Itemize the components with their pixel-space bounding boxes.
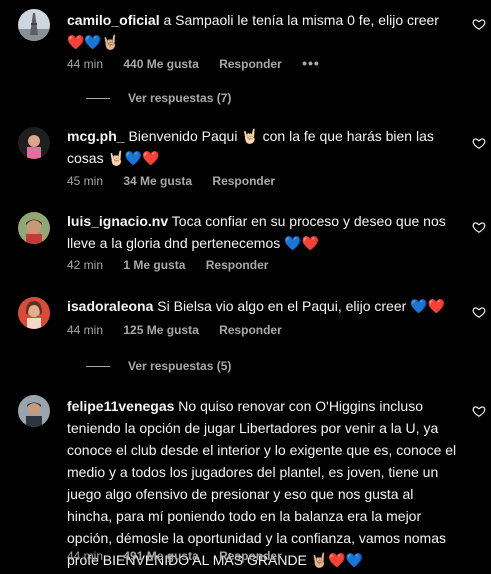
comment-likes[interactable]: 1 Me gusta [123,258,185,272]
comment-time: 44 min [67,57,104,71]
comment-likes[interactable]: 125 Me gusta [123,323,198,337]
comment-meta: 45 min 34 Me gusta Responder [67,174,292,188]
comment-likes[interactable]: 440 Me gusta [123,57,198,71]
avatar[interactable] [18,395,50,427]
avatar[interactable] [18,127,50,159]
heart-outline-icon[interactable] [472,136,486,150]
avatar[interactable] [18,297,50,329]
comment-text: mcg.ph_ Bienvenido Paqui 🤘🏻 con la fe qu… [67,125,459,169]
comment-username[interactable]: camilo_oficial [67,12,160,28]
comment-likes[interactable]: 34 Me gusta [123,174,192,188]
comment-text: luis_ignacio.nv Toca confiar en su proce… [67,210,459,254]
view-replies-label: Ver respuestas (7) [128,91,232,105]
comment-text: felipe11venegas No quiso renovar con O'H… [67,395,459,571]
more-options-icon[interactable]: ••• [302,55,320,71]
view-replies-link[interactable]: Ver respuestas (5) [86,359,231,373]
replies-divider-line [86,97,110,99]
heart-outline-icon[interactable] [472,305,486,319]
comment-meta: 44 min 125 Me gusta Responder [67,323,299,337]
reply-button[interactable]: Responder [219,323,282,337]
reply-button[interactable]: Responder [219,549,282,563]
reply-button[interactable]: Responder [206,258,269,272]
view-replies-link[interactable]: Ver respuestas (7) [86,91,231,105]
comment-meta: 44 min 440 Me gusta Responder ••• [67,55,337,71]
reply-button[interactable]: Responder [219,57,282,71]
comment-username[interactable]: luis_ignacio.nv [67,213,168,229]
comment-time: 42 min [67,258,104,272]
comment-likes[interactable]: 491 Me gusta [123,549,198,563]
comment-meta: 42 min 1 Me gusta Responder [67,258,285,272]
comment-text: camilo_oficial a Sampaoli le tenía la mi… [67,9,459,53]
heart-outline-icon[interactable] [472,220,486,234]
comment-body: No quiso renovar con O'Higgins incluso t… [67,398,457,568]
reply-button[interactable]: Responder [212,174,275,188]
comment-time: 44 min [67,323,104,337]
comment-meta: 44 min 491 Me gusta Responder [67,549,299,563]
heart-outline-icon[interactable] [472,17,486,31]
heart-outline-icon[interactable] [472,404,486,418]
avatar[interactable] [18,9,50,41]
comment-username[interactable]: felipe11venegas [67,398,174,414]
comment-time: 45 min [67,174,104,188]
comment-username[interactable]: mcg.ph_ [67,128,125,144]
view-replies-label: Ver respuestas (5) [128,359,232,373]
replies-divider-line [86,365,110,367]
comment-body: Si Bielsa vio algo en el Paqui, elijo cr… [153,298,446,314]
comment-time: 44 min [67,549,104,563]
comment-text: isadoraleona Si Bielsa vio algo en el Pa… [67,295,459,317]
comment-username[interactable]: isadoraleona [67,298,153,314]
avatar[interactable] [18,212,50,244]
